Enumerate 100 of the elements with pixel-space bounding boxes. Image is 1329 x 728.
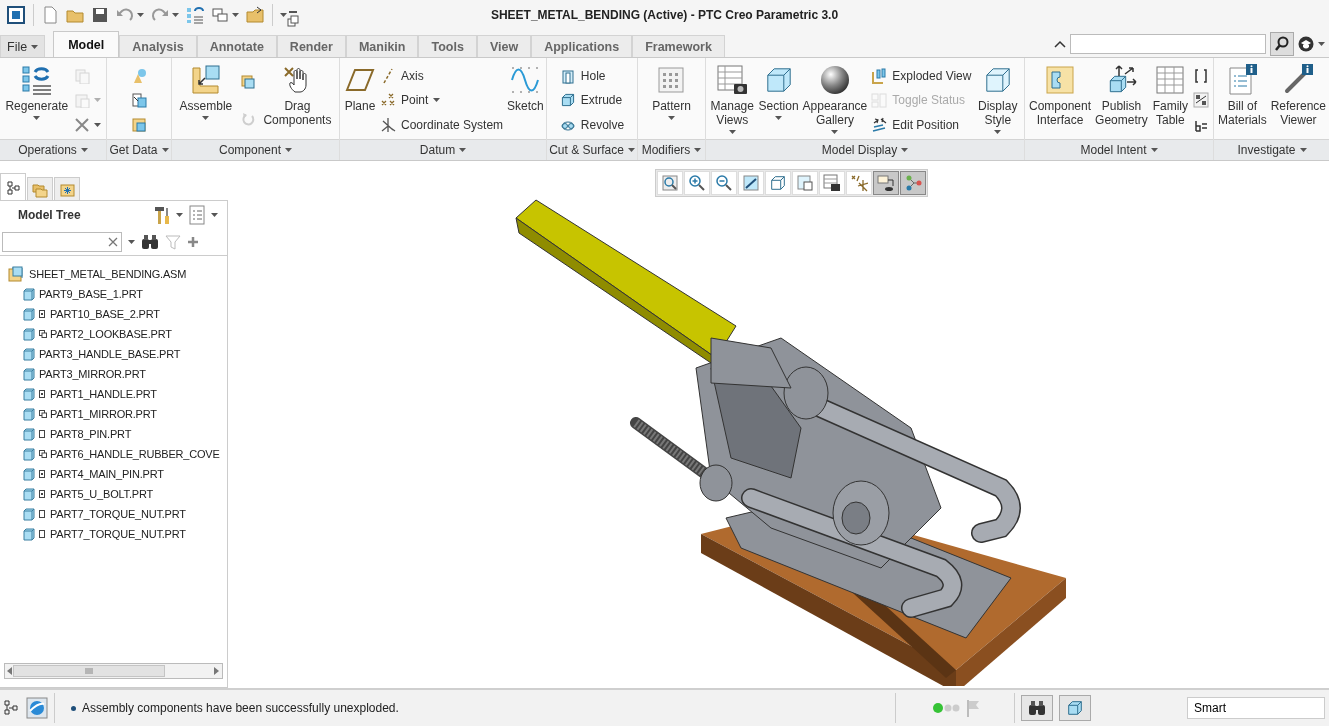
group-menu[interactable]: Cut & Surface	[547, 139, 637, 160]
group-menu[interactable]: Component	[172, 139, 339, 160]
ribbon-icon-button[interactable]	[1191, 90, 1211, 111]
selection-filter-field[interactable]: Smart	[1187, 697, 1325, 719]
group-menu[interactable]: Investigate	[1214, 139, 1329, 160]
group-menu[interactable]: Modifiers	[638, 139, 705, 160]
restore-icon[interactable]	[287, 15, 299, 27]
file-menu[interactable]: File	[0, 35, 46, 57]
ribbon-button[interactable]: Revolve	[557, 114, 627, 135]
tree-item[interactable]: PART5_U_BOLT.PRT	[8, 484, 153, 504]
extrude-icon	[559, 92, 576, 109]
clear-icon[interactable]	[108, 237, 118, 247]
app-logo-icon[interactable]	[7, 6, 25, 24]
tree-item[interactable]: PART2_LOOKBASE.PRT	[8, 324, 172, 344]
assembly-icon	[8, 266, 24, 282]
tree-item[interactable]: PART9_BASE_1.PRT	[8, 284, 143, 304]
group-menu[interactable]: Datum	[340, 139, 546, 160]
ribbon-tab[interactable]: Annotate	[196, 35, 277, 57]
shapes-icon	[131, 68, 147, 85]
new-file-icon[interactable]	[41, 6, 59, 24]
horizontal-scrollbar[interactable]	[4, 663, 223, 679]
collapse-icon[interactable]	[1054, 39, 1066, 48]
ribbon-button[interactable]: Reference Viewer	[1268, 62, 1329, 139]
ribbon-button[interactable]: Pattern	[650, 62, 693, 139]
windows-icon[interactable]	[211, 6, 229, 24]
repaint-icon	[742, 174, 760, 192]
ribbon-button[interactable]: Extrude	[557, 90, 627, 111]
search-button[interactable]	[1270, 31, 1294, 56]
tree-item[interactable]: PART3_HANDLE_BASE.PRT	[8, 344, 181, 364]
ribbon-button[interactable]: Edit Position	[869, 114, 974, 135]
list-settings-icon[interactable]	[188, 205, 206, 225]
saved-views-icon	[796, 174, 814, 192]
ribbon-button[interactable]: Family Table	[1149, 62, 1191, 139]
tree-item[interactable]: SHEET_METAL_BENDING.ASM	[8, 264, 187, 284]
group-menu[interactable]: Get Data	[107, 139, 171, 160]
ribbon-button[interactable]: Publish Geometry	[1093, 62, 1150, 139]
view-toolbar-button[interactable]	[873, 171, 899, 195]
tree-item[interactable]: PART7_TORQUE_NUT.PRT	[8, 524, 186, 544]
ribbon-button[interactable]: Plane	[342, 62, 378, 139]
ribbon-button[interactable]: Axis	[378, 66, 506, 87]
caret-icon	[31, 44, 39, 49]
zoom-out-icon	[715, 174, 733, 192]
cube-icon	[769, 174, 787, 192]
undo-icon[interactable]	[116, 6, 134, 24]
ribbon-tab[interactable]: Framework	[632, 35, 725, 57]
browser-icon[interactable]	[26, 697, 48, 719]
tree-item[interactable]: PART6_HANDLE_RUBBER_COVE	[8, 444, 220, 464]
ribbon-tab[interactable]: View	[476, 35, 532, 57]
refit-icon	[661, 174, 679, 192]
search-field[interactable]	[1070, 33, 1266, 54]
ribbon-button[interactable]: Coordinate System	[378, 114, 506, 135]
ribbon-button[interactable]: Component Interface	[1027, 62, 1094, 139]
ribbon-icon-button[interactable]	[129, 90, 149, 111]
selection-button[interactable]	[1059, 695, 1091, 721]
tree-item[interactable]: PART1_MIRROR.PRT	[8, 404, 157, 424]
tree-item[interactable]: PART7_TORQUE_NUT.PRT	[8, 504, 186, 524]
ribbon-button[interactable]: Appearance Gallery	[800, 62, 870, 139]
ribbon-tab[interactable]: Model	[53, 31, 120, 57]
ribbon-button[interactable]: Section	[756, 62, 801, 139]
hammer-screwdriver-icon[interactable]	[153, 205, 171, 225]
part-icon	[22, 427, 36, 441]
tree-filter-field[interactable]	[2, 232, 122, 252]
redo-icon[interactable]	[151, 6, 169, 24]
part-icon	[22, 527, 36, 541]
panel-tab[interactable]	[54, 177, 80, 201]
ribbon-tab[interactable]: Applications	[531, 35, 633, 57]
regenerate-icon[interactable]	[186, 6, 204, 24]
ribbon-button[interactable]: Display Style	[973, 62, 1022, 139]
ribbon-button[interactable]: Sketch	[505, 62, 546, 139]
save-icon[interactable]	[91, 6, 109, 24]
ribbon-tab[interactable]: Analysis	[119, 35, 197, 57]
tree-item[interactable]: PART4_MAIN_PIN.PRT	[8, 464, 164, 484]
ribbon-tab[interactable]: Render	[276, 35, 346, 57]
ribbon-button[interactable]: Regenerate	[3, 62, 71, 139]
plus-icon[interactable]	[187, 236, 199, 248]
help-icon[interactable]	[1298, 35, 1314, 52]
panel-tab[interactable]	[0, 173, 26, 201]
ribbon-button[interactable]: Exploded View	[869, 66, 974, 87]
part-icon	[22, 407, 36, 421]
ribbon-button[interactable]: Point	[378, 90, 506, 111]
tree-item[interactable]: PART10_BASE_2.PRT	[8, 304, 160, 324]
group-menu[interactable]: Operations	[0, 139, 106, 160]
caret-icon	[901, 148, 909, 152]
group-menu[interactable]: Model Intent	[1025, 139, 1213, 160]
ribbon-button[interactable]: Manage Views	[708, 62, 757, 139]
ribbon-button[interactable]: Drag Components	[261, 62, 334, 139]
tree-item[interactable]: PART8_PIN.PRT	[8, 424, 132, 444]
caret-icon	[211, 213, 218, 217]
tree-item[interactable]: PART1_HANDLE.PRT	[8, 384, 157, 404]
group-menu[interactable]: Model Display	[706, 139, 1024, 160]
tree-icon[interactable]	[2, 699, 20, 717]
ribbon-tab[interactable]: Manikin	[345, 35, 419, 57]
ribbon-button[interactable]: Hole	[557, 66, 627, 87]
table-icon	[1154, 64, 1187, 96]
ribbon-tab[interactable]: Tools	[418, 35, 477, 57]
ribbon-button[interactable]: Bill of Materials	[1216, 62, 1269, 139]
tree-item[interactable]: PART3_MIRROR.PRT	[8, 364, 146, 384]
binoculars-icon[interactable]	[141, 234, 159, 250]
find-button[interactable]	[1021, 695, 1053, 721]
ribbon-button[interactable]: Assemble	[177, 62, 235, 139]
